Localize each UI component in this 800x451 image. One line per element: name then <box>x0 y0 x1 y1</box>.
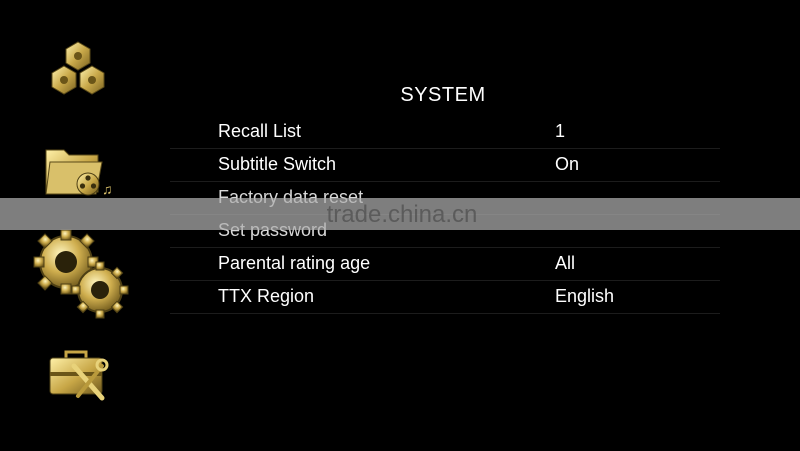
menu-item-value: All <box>555 253 576 273</box>
watermark-text: trade.china.cn <box>0 201 800 229</box>
gears-icon[interactable] <box>32 228 130 320</box>
menu-item-recall-list[interactable]: Recall List 1 <box>170 116 720 149</box>
page-title: SYSTEM <box>400 84 486 106</box>
menu-item-ttx-region[interactable]: TTX Region English <box>170 281 720 314</box>
toolbox-icon[interactable] <box>46 348 110 402</box>
svg-text:♫: ♫ <box>102 181 113 197</box>
menu-item-value: On <box>555 154 580 174</box>
menu-item-label: TTX Region <box>218 286 315 306</box>
menu-item-value: 1 <box>555 121 566 141</box>
menu-item-value: English <box>555 286 615 306</box>
menu-item-parental-rating-age[interactable]: Parental rating age All <box>170 248 720 281</box>
menu-item-subtitle-switch[interactable]: Subtitle Switch On <box>170 149 720 182</box>
menu-item-label: Parental rating age <box>218 253 371 273</box>
hexagon-cluster-icon[interactable] <box>48 40 108 102</box>
media-folder-icon[interactable]: ♫ <box>44 144 114 200</box>
menu-item-label: Recall List <box>218 121 302 141</box>
watermark-label: trade.china.cn <box>326 201 478 228</box>
screen: ♫ SYSTEM Recall List 1 Subtitle Switch O… <box>0 0 800 451</box>
menu-item-label: Subtitle Switch <box>218 154 337 174</box>
